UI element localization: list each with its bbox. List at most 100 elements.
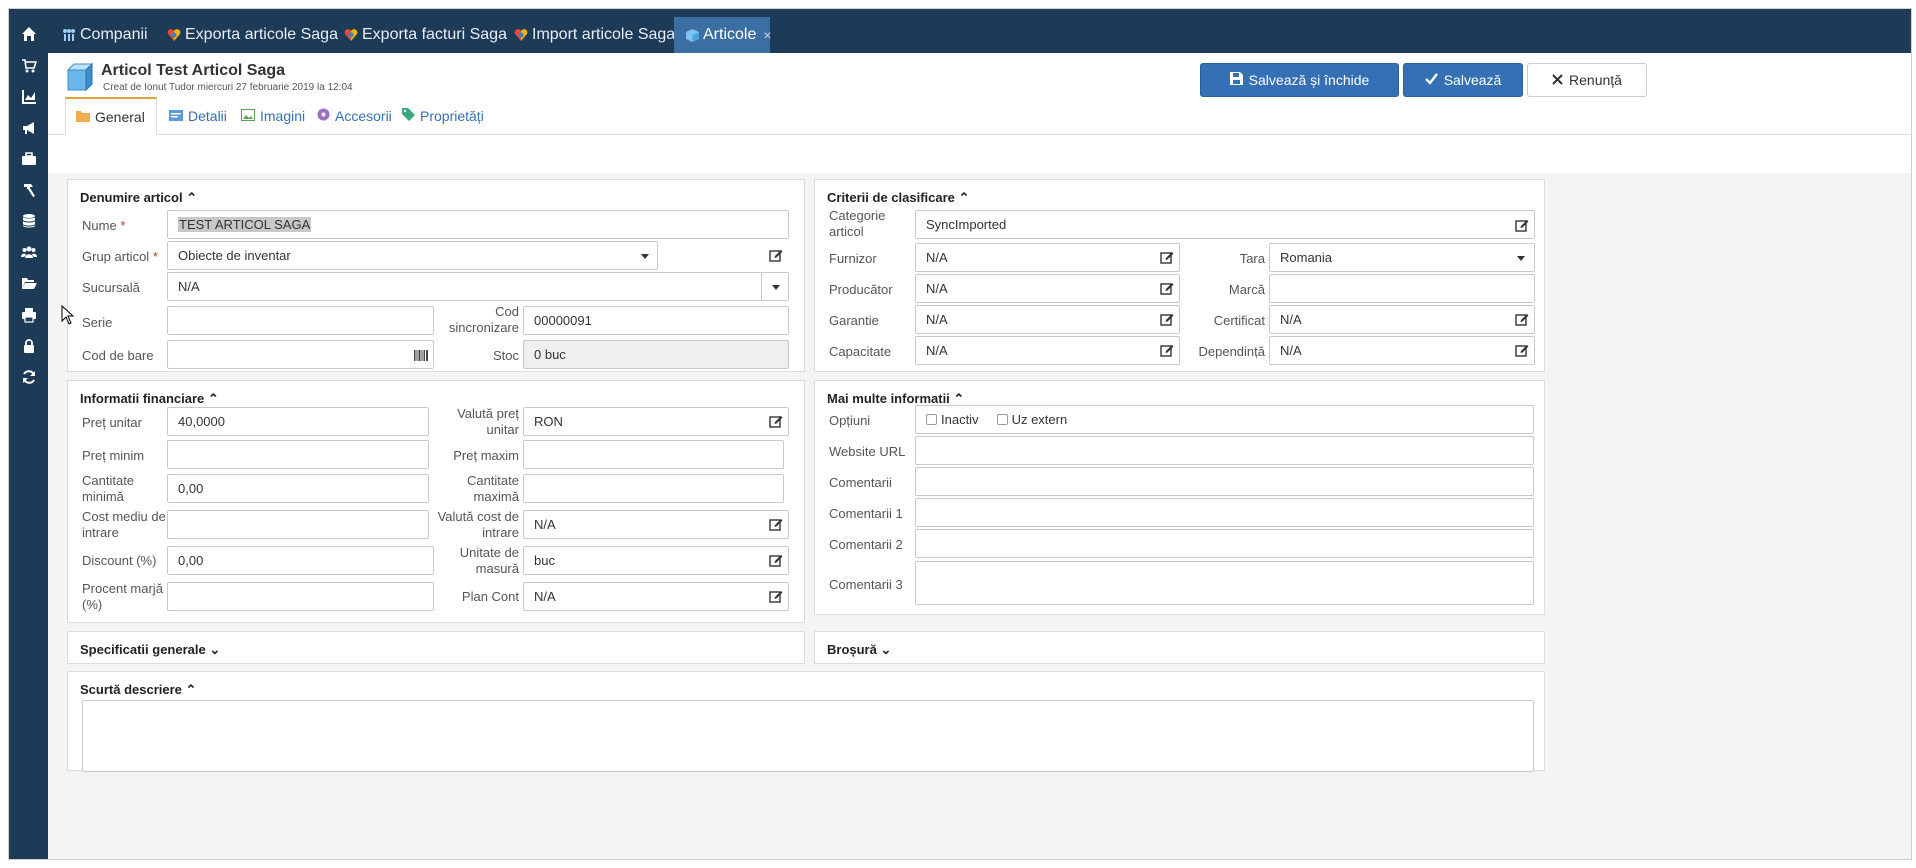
- cantitate-minima-input[interactable]: 0,00: [167, 474, 429, 503]
- section-title[interactable]: Scurtă descriere ⌃: [80, 682, 196, 698]
- close-icon[interactable]: ×: [763, 27, 771, 43]
- save-and-close-button[interactable]: Salvează și închide: [1200, 63, 1399, 97]
- lock-icon[interactable]: [9, 332, 48, 360]
- saga-logo-icon: [167, 28, 181, 42]
- comentarii-input[interactable]: [915, 467, 1534, 496]
- print-icon[interactable]: [9, 301, 48, 329]
- website-url-input[interactable]: [915, 436, 1534, 465]
- tab-label: Accesorii: [335, 108, 392, 124]
- procent-marja-label: Procent marjă (%): [82, 581, 163, 612]
- checkbox-box[interactable]: [926, 414, 937, 425]
- edit-icon[interactable]: [769, 553, 783, 567]
- save-button[interactable]: Salvează: [1403, 63, 1523, 97]
- section-title[interactable]: Denumire articol ⌃: [80, 190, 197, 206]
- edit-icon[interactable]: [1160, 312, 1174, 326]
- certificat-label: Certificat: [1213, 313, 1265, 328]
- tab-label: Import articole Saga: [532, 26, 676, 43]
- users-icon[interactable]: [9, 238, 48, 266]
- cancel-button[interactable]: Renunță: [1527, 63, 1647, 97]
- unitate-masura-input[interactable]: buc: [523, 546, 789, 575]
- barcode-icon[interactable]: [414, 348, 428, 366]
- nume-input[interactable]: TEST ARTICOL SAGA: [167, 210, 789, 239]
- capacitate-input[interactable]: N/A: [915, 336, 1180, 365]
- valuta-cost-intrare-input[interactable]: N/A: [523, 510, 789, 539]
- tab-articole[interactable]: Articole ×: [674, 17, 772, 53]
- edit-icon[interactable]: [1160, 250, 1174, 264]
- cod-de-bare-input[interactable]: [167, 340, 434, 369]
- uz-extern-checkbox[interactable]: Uz extern: [996, 412, 1067, 427]
- edit-icon[interactable]: [1515, 312, 1529, 326]
- pret-unitar-input[interactable]: 40,0000: [167, 407, 429, 436]
- chevron-down-icon[interactable]: [772, 285, 780, 290]
- edit-icon[interactable]: [769, 589, 783, 603]
- section-title[interactable]: Criterii de clasificare ⌃: [827, 190, 969, 206]
- panel-denumire-articol: Denumire articol ⌃ Nume * TEST ARTICOL S…: [67, 179, 805, 372]
- checkbox-box[interactable]: [996, 414, 1008, 425]
- tab-label: General: [95, 108, 145, 125]
- tab-imagini[interactable]: Imagini: [231, 97, 315, 135]
- hammer-icon[interactable]: [9, 176, 48, 204]
- section-title[interactable]: Informatii financiare ⌃: [80, 391, 219, 407]
- producator-input[interactable]: N/A: [915, 274, 1180, 303]
- garantie-input[interactable]: N/A: [915, 305, 1180, 334]
- tab-general[interactable]: General: [65, 97, 157, 135]
- cod-sincronizare-input[interactable]: 00000091: [523, 306, 789, 335]
- tab-companii[interactable]: Companii: [50, 17, 160, 53]
- tara-select[interactable]: Romania: [1269, 243, 1535, 272]
- comentarii-3-textarea[interactable]: [915, 561, 1534, 605]
- plan-cont-input[interactable]: N/A: [523, 582, 789, 611]
- sucursala-select[interactable]: N/A: [167, 272, 789, 301]
- tab-accesorii[interactable]: Accesorii: [307, 97, 402, 135]
- grup-articol-select[interactable]: Obiecte de inventar: [167, 241, 658, 270]
- grup-articol-label: Grup articol *: [82, 249, 158, 264]
- check-icon: [1424, 72, 1438, 88]
- certificat-input[interactable]: N/A: [1269, 305, 1535, 334]
- procent-marja-input[interactable]: [167, 582, 434, 611]
- edit-icon[interactable]: [769, 414, 783, 428]
- tab-import-articole-saga[interactable]: Import articole Saga: [502, 17, 687, 53]
- edit-icon[interactable]: [769, 248, 783, 262]
- comentarii-2-input[interactable]: [915, 529, 1534, 558]
- marca-input[interactable]: [1269, 274, 1535, 303]
- pret-minim-input[interactable]: [167, 440, 429, 469]
- pret-minim-label: Preț minim: [82, 448, 145, 463]
- cantitate-maxima-input[interactable]: [523, 474, 784, 503]
- tab-detalii[interactable]: Detalii: [159, 97, 237, 135]
- panel-brosura: Broșură ⌄: [814, 631, 1545, 664]
- pret-maxim-input[interactable]: [523, 440, 784, 469]
- edit-icon[interactable]: [1515, 343, 1529, 357]
- serie-input[interactable]: [167, 306, 434, 335]
- edit-icon[interactable]: [769, 517, 783, 531]
- cod-de-bare-label: Cod de bare: [82, 348, 154, 363]
- section-title[interactable]: Broșură ⌄: [827, 642, 891, 658]
- edit-icon[interactable]: [1160, 343, 1174, 357]
- cart-icon[interactable]: [9, 52, 48, 80]
- tab-exporta-facturi-saga[interactable]: Exporta facturi Saga: [332, 17, 519, 53]
- categorie-articol-input[interactable]: SyncImported: [915, 210, 1535, 239]
- edit-icon[interactable]: [1160, 281, 1174, 295]
- briefcase-icon[interactable]: [9, 145, 48, 173]
- scurta-descriere-editor[interactable]: [82, 700, 1534, 772]
- database-icon[interactable]: [9, 207, 48, 235]
- dependinta-input[interactable]: N/A: [1269, 336, 1535, 365]
- discount-input[interactable]: 0,00: [167, 546, 434, 575]
- furnizor-input[interactable]: N/A: [915, 243, 1180, 272]
- megaphone-icon[interactable]: [9, 114, 48, 142]
- chevron-up-icon: ⌃: [958, 190, 970, 205]
- edit-icon[interactable]: [1515, 218, 1529, 232]
- inactiv-checkbox[interactable]: Inactiv: [926, 412, 979, 427]
- app-window: Companii Exporta articole Saga Exporta f…: [8, 8, 1912, 860]
- tab-exporta-articole-saga[interactable]: Exporta articole Saga: [155, 17, 350, 53]
- section-title[interactable]: Specificatii generale ⌄: [80, 642, 220, 658]
- tab-proprietati[interactable]: Proprietăți: [392, 97, 494, 135]
- chart-icon[interactable]: [9, 83, 48, 111]
- comentarii-1-input[interactable]: [915, 498, 1534, 527]
- valuta-pret-unitar-input[interactable]: RON: [523, 407, 789, 436]
- website-url-label: Website URL: [829, 444, 906, 459]
- cod-sincronizare-label: Cod sincronizare: [448, 304, 519, 335]
- unitate-masura-label: Unitate de masură: [459, 545, 519, 576]
- refresh-icon[interactable]: [9, 363, 48, 391]
- cost-mediu-intrare-input[interactable]: [167, 510, 429, 539]
- folder-open-icon[interactable]: [9, 269, 48, 297]
- home-icon[interactable]: [9, 20, 48, 48]
